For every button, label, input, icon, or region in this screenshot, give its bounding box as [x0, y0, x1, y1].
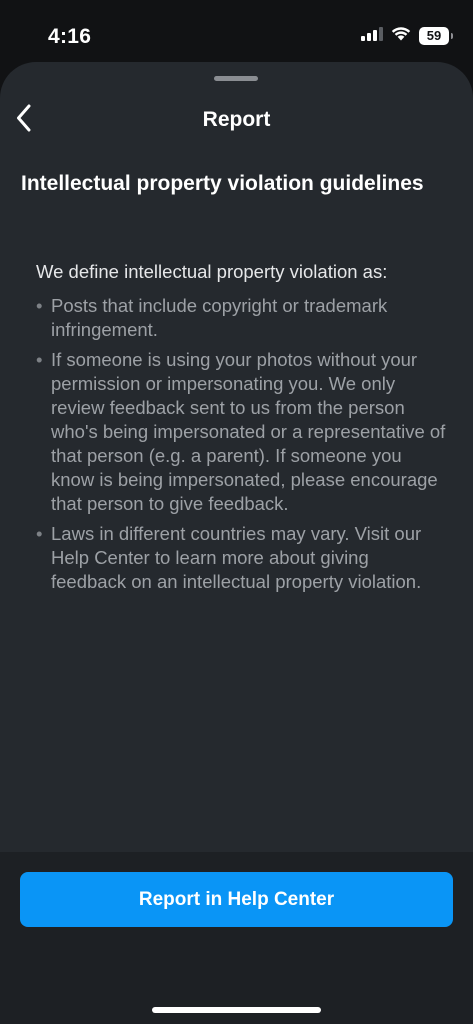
- battery-level: 59: [426, 28, 442, 43]
- sheet-footer: Report in Help Center: [0, 852, 473, 1024]
- battery-cap: [450, 33, 453, 39]
- nav-bar: Report: [0, 98, 473, 144]
- list-item-text: If someone is using your photos without …: [51, 349, 446, 514]
- guidelines-list: • Posts that include copyright or tradem…: [36, 294, 446, 600]
- report-in-help-center-button[interactable]: Report in Help Center: [20, 872, 453, 927]
- bullet-icon: •: [36, 295, 43, 316]
- definition-text: We define intellectual property violatio…: [36, 261, 388, 282]
- guidelines-heading: Intellectual property violation guidelin…: [21, 172, 424, 195]
- status-bar: 4:16 59: [0, 0, 473, 62]
- list-item: • Posts that include copyright or tradem…: [36, 294, 446, 342]
- status-time: 4:16: [48, 25, 92, 48]
- list-item: • Laws in different countries may vary. …: [36, 522, 446, 594]
- signal-icon: [361, 26, 383, 46]
- bullet-icon: •: [36, 349, 43, 370]
- battery-icon: 59: [419, 27, 453, 45]
- wifi-icon: [391, 26, 411, 46]
- report-sheet: Report Intellectual property violation g…: [0, 62, 473, 1024]
- screen: 4:16 59 Report Intellectual property vio…: [0, 0, 473, 1024]
- list-item-text: Posts that include copyright or trademar…: [51, 295, 388, 340]
- bullet-icon: •: [36, 523, 43, 544]
- status-icons: 59: [361, 26, 453, 46]
- list-item-text: Laws in different countries may vary. Vi…: [51, 523, 422, 592]
- list-item: • If someone is using your photos withou…: [36, 348, 446, 516]
- page-title: Report: [202, 108, 271, 131]
- sheet-grabber[interactable]: [214, 76, 258, 81]
- home-indicator[interactable]: [152, 1007, 321, 1013]
